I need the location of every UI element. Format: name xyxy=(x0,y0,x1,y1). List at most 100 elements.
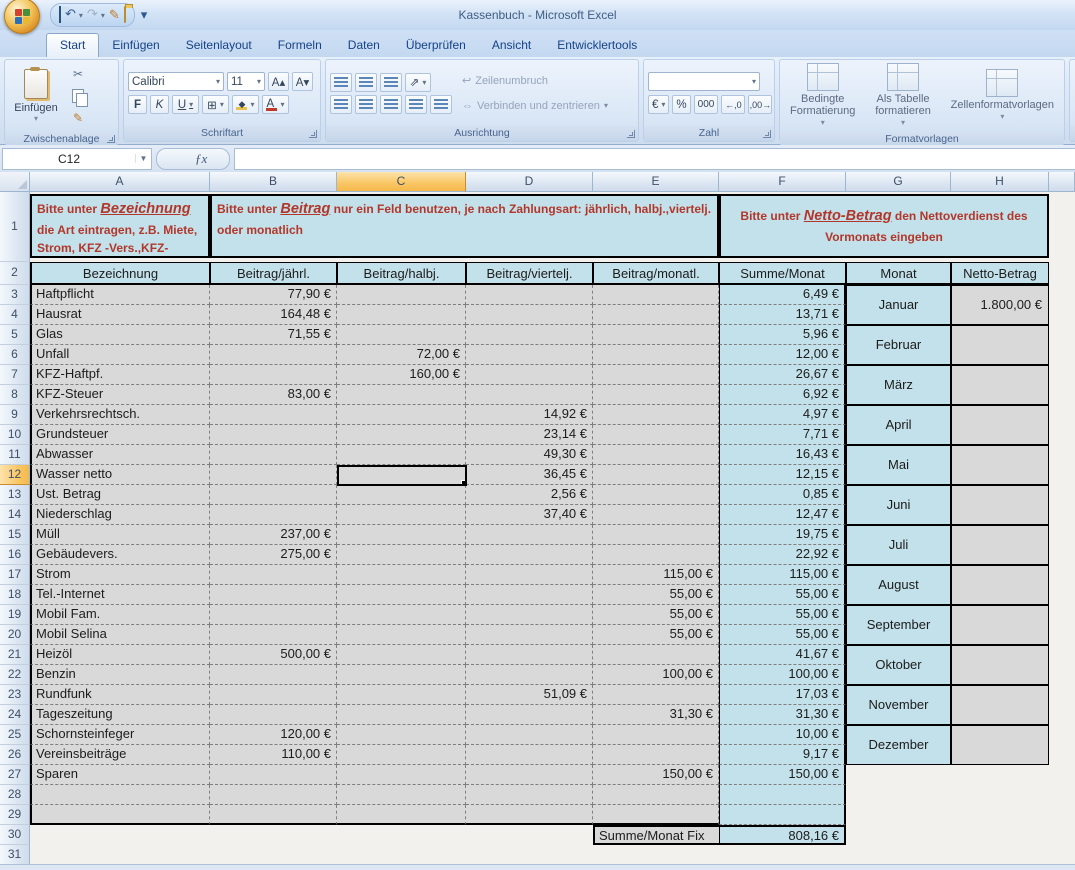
align-top-button[interactable] xyxy=(330,72,352,92)
font-dialog-launcher[interactable] xyxy=(309,130,317,138)
cell-F12[interactable]: 12,15 € xyxy=(719,465,846,485)
tab-seitenlayout[interactable]: Seitenlayout xyxy=(173,34,265,57)
align-right-button[interactable] xyxy=(380,94,402,114)
cell-A12[interactable]: Wasser netto xyxy=(30,465,210,485)
cell-C9[interactable] xyxy=(337,405,466,425)
cell-D14[interactable]: 37,40 € xyxy=(466,505,593,525)
cell-E9[interactable] xyxy=(593,405,719,425)
cell-C4[interactable] xyxy=(337,305,466,325)
bold-button[interactable]: F xyxy=(128,95,147,114)
cell-E13[interactable] xyxy=(593,485,719,505)
cell-C27[interactable] xyxy=(337,765,466,785)
cell-D21[interactable] xyxy=(466,645,593,665)
cell-F15[interactable]: 19,75 € xyxy=(719,525,846,545)
cell-B9[interactable] xyxy=(210,405,337,425)
cell-C5[interactable] xyxy=(337,325,466,345)
month-cell-märz[interactable]: März xyxy=(846,365,951,405)
cell-C18[interactable] xyxy=(337,585,466,605)
cell-F25[interactable]: 10,00 € xyxy=(719,725,846,745)
cell-F30[interactable]: 808,16 € xyxy=(719,825,846,845)
column-header-G[interactable]: G xyxy=(846,172,951,192)
cell-E11[interactable] xyxy=(593,445,719,465)
cell-F9[interactable]: 4,97 € xyxy=(719,405,846,425)
cut-button[interactable]: ✂ xyxy=(67,64,89,84)
cell-C25[interactable] xyxy=(337,725,466,745)
netto-cell-august[interactable] xyxy=(951,565,1049,605)
cell-B22[interactable] xyxy=(210,665,337,685)
month-cell-mai[interactable]: Mai xyxy=(846,445,951,485)
copy-button[interactable] xyxy=(67,86,89,107)
format-as-table-button[interactable]: Als Tabelle formatieren ▾ xyxy=(865,63,940,129)
cell-B20[interactable] xyxy=(210,625,337,645)
cell-D25[interactable] xyxy=(466,725,593,745)
paste-button[interactable]: Einfügen ▾ xyxy=(9,63,63,129)
cell-A8[interactable]: KFZ-Steuer xyxy=(30,385,210,405)
cell-D17[interactable] xyxy=(466,565,593,585)
row-header-23[interactable]: 23 xyxy=(0,685,30,705)
cell-E7[interactable] xyxy=(593,365,719,385)
cell-E15[interactable] xyxy=(593,525,719,545)
cell-F16[interactable]: 22,92 € xyxy=(719,545,846,565)
accounting-format-button[interactable]: € ▾ xyxy=(648,95,670,114)
row-header-21[interactable]: 21 xyxy=(0,645,30,665)
cell-F29[interactable] xyxy=(719,805,846,825)
row-header-1[interactable]: 1 xyxy=(0,192,30,262)
cell-D7[interactable] xyxy=(466,365,593,385)
font-name-select[interactable]: Calibri ▾ xyxy=(128,72,224,91)
cell-B12[interactable] xyxy=(210,465,337,485)
cell-C14[interactable] xyxy=(337,505,466,525)
row-header-18[interactable]: 18 xyxy=(0,585,30,605)
cell-A13[interactable]: Ust. Betrag xyxy=(30,485,210,505)
table-header-5[interactable]: Beitrag/monatl. xyxy=(593,262,719,285)
month-cell-november[interactable]: November xyxy=(846,685,951,725)
month-cell-juli[interactable]: Juli xyxy=(846,525,951,565)
cell-B7[interactable] xyxy=(210,365,337,385)
cell-C3[interactable] xyxy=(337,285,466,305)
cell-C11[interactable] xyxy=(337,445,466,465)
number-dialog-launcher[interactable] xyxy=(763,130,771,138)
cell-A24[interactable]: Tageszeitung xyxy=(30,705,210,725)
row-header-31[interactable]: 31 xyxy=(0,845,30,865)
cell-B10[interactable] xyxy=(210,425,337,445)
cell-E29[interactable] xyxy=(593,805,719,825)
cell-B8[interactable]: 83,00 € xyxy=(210,385,337,405)
cell-C29[interactable] xyxy=(337,805,466,825)
cell-C23[interactable] xyxy=(337,685,466,705)
increase-decimal-button[interactable]: ←,0 xyxy=(721,95,746,114)
cell-B24[interactable] xyxy=(210,705,337,725)
cell-A7[interactable]: KFZ-Haftpf. xyxy=(30,365,210,385)
cell-B18[interactable] xyxy=(210,585,337,605)
row-header-8[interactable]: 8 xyxy=(0,385,30,405)
cell-A10[interactable]: Grundsteuer xyxy=(30,425,210,445)
cell-D16[interactable] xyxy=(466,545,593,565)
row-header-17[interactable]: 17 xyxy=(0,565,30,585)
cell-D22[interactable] xyxy=(466,665,593,685)
cell-C21[interactable] xyxy=(337,645,466,665)
cell-A22[interactable]: Benzin xyxy=(30,665,210,685)
cell-C7[interactable]: 160,00 € xyxy=(337,365,466,385)
netto-cell-mai[interactable] xyxy=(951,445,1049,485)
row-header-25[interactable]: 25 xyxy=(0,725,30,745)
cell-F26[interactable]: 9,17 € xyxy=(719,745,846,765)
cell-E25[interactable] xyxy=(593,725,719,745)
cell-D8[interactable] xyxy=(466,385,593,405)
cell-C26[interactable] xyxy=(337,745,466,765)
row-header-10[interactable]: 10 xyxy=(0,425,30,445)
cell-F8[interactable]: 6,92 € xyxy=(719,385,846,405)
cell-D12[interactable]: 36,45 € xyxy=(466,465,593,485)
cell-A27[interactable]: Sparen xyxy=(30,765,210,785)
cell-B11[interactable] xyxy=(210,445,337,465)
cell-F18[interactable]: 55,00 € xyxy=(719,585,846,605)
percent-style-button[interactable]: % xyxy=(672,95,691,114)
format-painter-button[interactable]: ✎ xyxy=(67,108,89,128)
cell-A29[interactable] xyxy=(30,805,210,825)
row-header-7[interactable]: 7 xyxy=(0,365,30,385)
cell-D24[interactable] xyxy=(466,705,593,725)
cell-F11[interactable]: 16,43 € xyxy=(719,445,846,465)
cell-A25[interactable]: Schornsteinfeger xyxy=(30,725,210,745)
cell-E5[interactable] xyxy=(593,325,719,345)
cell-D23[interactable]: 51,09 € xyxy=(466,685,593,705)
cell-C15[interactable] xyxy=(337,525,466,545)
cell-D29[interactable] xyxy=(466,805,593,825)
row-header-24[interactable]: 24 xyxy=(0,705,30,725)
